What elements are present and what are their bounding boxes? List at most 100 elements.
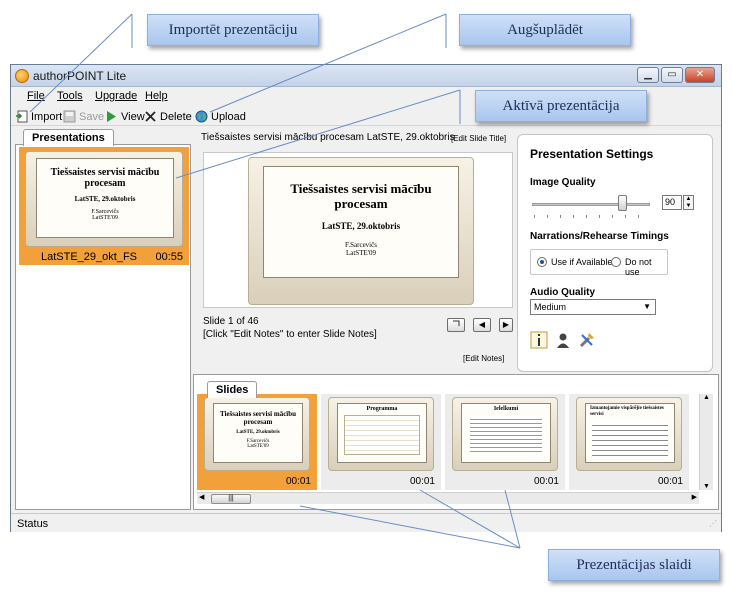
view-button[interactable]: View: [105, 109, 145, 124]
narrations-radio-group: Use if Available Do not use: [530, 249, 668, 277]
settings-title: Presentation Settings: [530, 147, 654, 161]
slide-duration: 00:01: [285, 476, 311, 487]
callout-upload: Augšuplādēt: [459, 14, 631, 46]
use-if-available-radio[interactable]: [537, 257, 547, 267]
tools-icon[interactable]: [578, 331, 596, 349]
thumb-slide-footer: LatSTE'09: [92, 215, 118, 221]
scroll-right-icon[interactable]: ▶: [692, 493, 697, 501]
window-title: authorPOINT Lite: [33, 69, 127, 83]
save-button[interactable]: Save: [63, 109, 104, 124]
slider-tick: [625, 215, 626, 218]
menu-help[interactable]: Help: [145, 90, 168, 102]
slide-thumbnail-image: Programma: [328, 397, 434, 471]
edit-notes-link[interactable]: [Edit Notes]: [463, 354, 504, 363]
globe-icon: [195, 110, 208, 123]
slides-horizontal-scrollbar[interactable]: ◀ ||| ▶: [197, 492, 699, 504]
slide-thumbnail-1[interactable]: Tiešsaistes servisi mācību procesam LatS…: [197, 394, 317, 490]
slide-thumbnail-image: Tiešsaistes servisi mācību procesam LatS…: [204, 397, 310, 471]
slider-tick: [599, 215, 600, 218]
slide-thumb-title: Izmantojamie vispārējie tiešsaistes serv…: [590, 406, 664, 417]
tab-presentations[interactable]: Presentations: [23, 129, 114, 146]
slide-thumb-text-lines: [592, 421, 668, 459]
use-if-available-label[interactable]: Use if Available: [551, 257, 612, 267]
slide-thumbnail-4[interactable]: Izmantojamie vispārējie tiešsaistes serv…: [569, 394, 689, 490]
resize-grip-icon[interactable]: ⋰: [709, 519, 717, 528]
slide-duration: 00:01: [409, 476, 435, 487]
save-label: Save: [79, 110, 105, 123]
scroll-down-icon[interactable]: ▼: [700, 483, 713, 490]
audio-quality-value: Medium: [534, 302, 567, 312]
slide-thumb-table: [344, 415, 420, 455]
do-not-use-radio[interactable]: [611, 257, 621, 267]
maximize-button[interactable]: ▭: [661, 67, 683, 83]
edit-slide-title-link[interactable]: [Edit Slide Title]: [451, 134, 506, 143]
slider-tick: [547, 215, 548, 218]
slide-thumbnail-image: Ielelkumi: [452, 397, 558, 471]
slide-thumbnail-3[interactable]: Ielelkumi 00:01: [445, 394, 565, 490]
horizontal-scroll-thumb[interactable]: |||: [211, 494, 251, 504]
preview-slide-footer: LatSTE'09: [345, 249, 377, 257]
info-icon[interactable]: [530, 331, 548, 349]
scroll-left-icon[interactable]: ◀: [199, 493, 204, 501]
app-window: authorPOINT Lite ▁ ▭ ✕ File Tools Upgrad…: [10, 64, 722, 532]
slider-tick: [534, 215, 535, 218]
presentation-thumbnail: Tiešsaistes servisi mācību procesam LatS…: [25, 151, 183, 247]
image-quality-stepper[interactable]: ▲ ▼: [683, 195, 694, 210]
narrations-label: Narrations/Rehearse Timings: [530, 231, 669, 242]
slide-notes-hint: [Click "Edit Notes" to enter Slide Notes…: [203, 329, 377, 340]
tab-slides[interactable]: Slides: [207, 381, 258, 398]
delete-button[interactable]: Delete: [144, 109, 192, 124]
slide-editor: Tiešsaistes servisi mācību procesam LatS…: [193, 128, 719, 372]
chevron-down-icon: ▼: [643, 302, 651, 311]
menu-tools[interactable]: Tools: [57, 90, 83, 102]
slider-tick: [638, 215, 639, 218]
upload-button[interactable]: Upload: [195, 109, 246, 124]
import-button[interactable]: Import: [15, 109, 62, 124]
slide-thumbnail-2[interactable]: Programma 00:01: [321, 394, 441, 490]
slide-preview-image: Tiešsaistes servisi mācību procesam LatS…: [248, 157, 474, 305]
first-slide-button[interactable]: [447, 318, 465, 332]
scroll-up-icon[interactable]: ▲: [700, 394, 713, 401]
menu-upgrade[interactable]: Upgrade: [95, 90, 137, 102]
audio-quality-label: Audio Quality: [530, 287, 595, 298]
slide-thumb-title: Programma: [366, 406, 398, 412]
image-quality-label: Image Quality: [530, 177, 596, 188]
corner-icon: [453, 320, 460, 326]
slides-panel: Tiešsaistes servisi mācību procesam LatS…: [193, 374, 719, 510]
previous-slide-button[interactable]: ◀: [473, 318, 491, 332]
import-label: Import: [31, 110, 63, 123]
preview-slide-title: Tiešsaistes servisi mācību procesam: [290, 181, 432, 211]
callout-slides: Prezentācijas slaidi: [548, 549, 720, 581]
menu-file[interactable]: File: [27, 90, 45, 102]
audio-quality-select[interactable]: Medium ▼: [530, 299, 656, 315]
slide-duration: 00:01: [533, 476, 559, 487]
image-quality-input[interactable]: 90: [662, 195, 682, 210]
thumb-slide-title: Tiešsaistes servisi mācību procesam: [50, 167, 160, 189]
status-bar: Status ⋰: [11, 513, 721, 532]
image-quality-slider-track[interactable]: [532, 203, 650, 206]
status-text: Status: [17, 518, 49, 530]
slide-thumb-title: Ielelkumi: [493, 406, 519, 412]
minimize-button[interactable]: ▁: [637, 67, 659, 83]
slide-thumb-footer: LatSTE'09: [247, 444, 269, 449]
presentation-name: LatSTE_29_okt_FS: [41, 251, 138, 263]
slide-title-text: Tiešsaistes servisi mācību procesam LatS…: [201, 132, 455, 143]
slide-duration: 00:01: [657, 476, 683, 487]
next-slide-button[interactable]: ▶: [499, 318, 513, 332]
title-bar[interactable]: authorPOINT Lite ▁ ▭ ✕: [11, 65, 721, 87]
preview-slide-subtitle: LatSTE, 29.oktobris: [321, 221, 401, 231]
image-quality-slider-thumb[interactable]: [618, 195, 627, 211]
slider-tick: [573, 215, 574, 218]
slide-counter: Slide 1 of 46: [203, 316, 259, 327]
slide-thumbnail-image: Izmantojamie vispārējie tiešsaistes serv…: [576, 397, 682, 471]
slide-thumb-title: Tiešsaistes servisi mācību procesam: [219, 410, 297, 426]
close-button[interactable]: ✕: [685, 67, 715, 83]
slides-vertical-scrollbar[interactable]: ▲ ▼: [699, 394, 713, 490]
presentation-item-active[interactable]: Tiešsaistes servisi mācību procesam LatS…: [19, 147, 189, 265]
do-not-use-label[interactable]: Do not use: [625, 257, 667, 277]
import-icon: [15, 110, 28, 123]
user-icon[interactable]: [554, 331, 572, 349]
callout-import: Importēt prezentāciju: [147, 14, 319, 46]
slide-thumb-text-lines: [470, 416, 542, 452]
presentations-panel: Tiešsaistes servisi mācību procesam LatS…: [15, 144, 191, 510]
